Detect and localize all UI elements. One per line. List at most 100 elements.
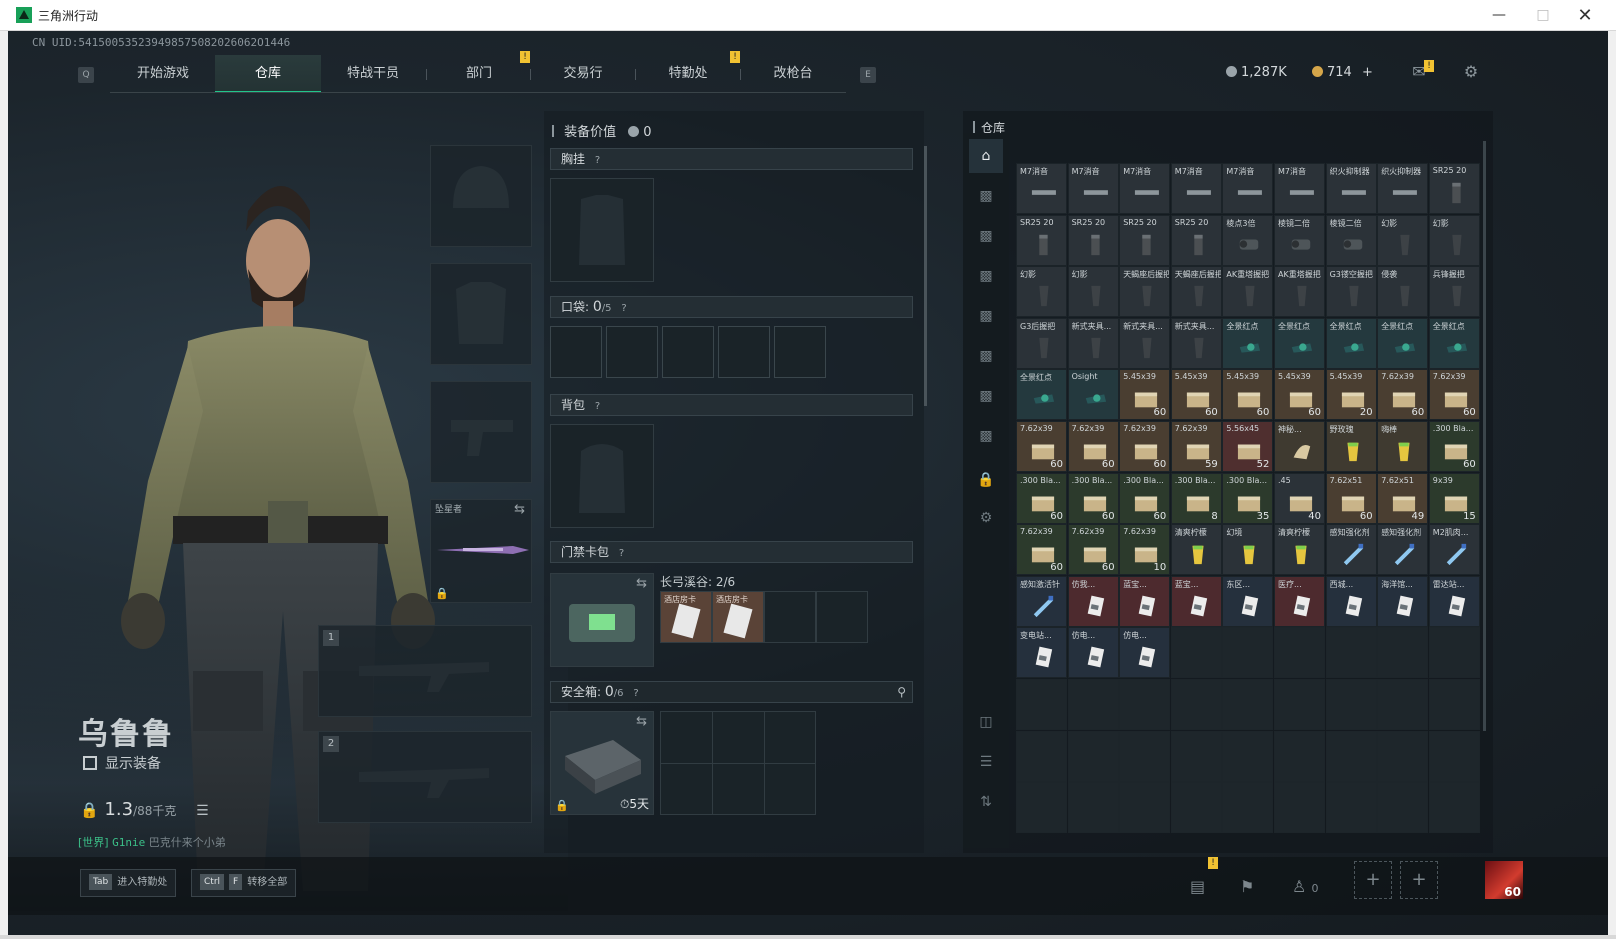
warehouse-item[interactable]: 棱镜二倍 <box>1274 214 1325 266</box>
warehouse-item[interactable]: 7.62x51 49 <box>1377 472 1429 524</box>
warehouse-item[interactable]: 7.62x39 60 <box>1428 369 1480 421</box>
warehouse-item[interactable]: 7.62x39 10 <box>1119 524 1171 576</box>
warehouse-item[interactable]: 全景红点 <box>1222 317 1274 369</box>
warehouse-item[interactable]: AK重塔握把 <box>1274 266 1325 318</box>
warehouse-item[interactable]: SR25 20 <box>1067 214 1119 266</box>
swap-icon[interactable]: ⇆ <box>636 576 647 591</box>
warehouse-item[interactable]: 7.62x39 60 <box>1016 421 1067 472</box>
warehouse-item[interactable]: G3镂空握把 <box>1325 266 1377 318</box>
warehouse-item[interactable]: M2肌肉... <box>1428 524 1480 576</box>
warehouse-item[interactable]: 幻影 <box>1016 266 1067 318</box>
warehouse-item[interactable]: 9x39 15 <box>1428 472 1480 524</box>
tab-department[interactable]: 部门 <box>426 55 532 93</box>
keycard-item[interactable]: 酒店房卡 <box>660 591 712 643</box>
warehouse-item[interactable]: 5.45x39 60 <box>1170 369 1222 421</box>
keycard-empty-slot[interactable] <box>816 591 868 643</box>
pin-icon[interactable]: ⚲ <box>897 682 906 702</box>
safebox-grid[interactable] <box>660 711 816 815</box>
warehouse-empty-slot[interactable] <box>1428 782 1480 834</box>
warehouse-item[interactable]: 新式夹具... <box>1119 317 1171 369</box>
stats-chart-icon[interactable]: ▤ <box>1190 877 1205 896</box>
pocket-slot[interactable] <box>550 326 602 378</box>
warehouse-empty-slot[interactable] <box>1170 627 1222 679</box>
warehouse-item[interactable]: SR25 20 <box>1119 214 1171 266</box>
pocket-slot[interactable] <box>662 326 714 378</box>
warehouse-empty-slot[interactable] <box>1377 679 1429 730</box>
warehouse-item[interactable]: 全景红点 <box>1016 369 1067 421</box>
list-icon[interactable]: ☰ <box>196 803 209 819</box>
warehouse-empty-slot[interactable] <box>1377 782 1429 834</box>
warehouse-item[interactable]: .300 Bla... 60 <box>1119 472 1171 524</box>
warehouse-empty-slot[interactable] <box>1377 730 1429 782</box>
keycard-empty-slot[interactable] <box>764 591 816 643</box>
storage-2-icon[interactable]: ▩ <box>975 225 997 247</box>
warehouse-empty-slot[interactable] <box>1274 730 1325 782</box>
warehouse-item[interactable]: M7消音 <box>1170 163 1222 214</box>
warehouse-item[interactable]: 蓝宝... <box>1119 575 1171 627</box>
warehouse-item[interactable]: 棱点3倍 <box>1222 214 1274 266</box>
transfer-icon[interactable]: ⇅ <box>975 791 997 813</box>
warehouse-item[interactable]: 幻影 <box>1377 214 1429 266</box>
warehouse-item[interactable]: 医疗... <box>1274 575 1325 627</box>
warehouse-item[interactable]: .300 Bla... 60 <box>1067 472 1119 524</box>
invite-slot-button[interactable]: + <box>1354 861 1392 899</box>
warehouse-item[interactable]: 感知激活针 <box>1016 575 1067 627</box>
warehouse-empty-slot[interactable] <box>1377 627 1429 679</box>
help-icon[interactable]: ? <box>633 688 638 699</box>
warehouse-item[interactable]: 天蝎座后握把 <box>1119 266 1171 318</box>
safebox-slot[interactable]: ⇆ 🔒 ⏱5天 <box>550 711 654 815</box>
nav-next-key[interactable]: E <box>860 67 876 83</box>
warehouse-item[interactable]: M7消音 <box>1274 163 1325 214</box>
warehouse-empty-slot[interactable] <box>1274 782 1325 834</box>
warehouse-item[interactable]: 幻境 <box>1222 524 1274 576</box>
pocket-slot[interactable] <box>606 326 658 378</box>
warehouse-item[interactable]: 5.56x45 52 <box>1222 421 1274 472</box>
warehouse-empty-slot[interactable] <box>1428 730 1480 782</box>
warehouse-item[interactable]: 全景红点 <box>1325 317 1377 369</box>
swap-icon[interactable]: ⇆ <box>514 502 525 517</box>
backpack-slot[interactable] <box>550 424 654 528</box>
warehouse-item[interactable]: 7.62x39 60 <box>1067 524 1119 576</box>
add-gold-button[interactable]: + <box>1362 65 1373 80</box>
tab-trading[interactable]: 交易行 <box>530 55 636 93</box>
maximize-button[interactable]: □ <box>1520 2 1566 29</box>
checkbox-icon[interactable] <box>83 756 97 770</box>
warehouse-item[interactable]: .300 Bla... 60 <box>1016 472 1067 524</box>
tab-start-game[interactable]: 开始游戏 <box>110 55 216 93</box>
lock-icon[interactable]: 🔒 <box>975 469 997 491</box>
enter-special-ops-button[interactable]: Tab 进入特勤处 <box>80 869 177 897</box>
warehouse-empty-slot[interactable] <box>1016 730 1067 782</box>
loadout-scrollbar[interactable] <box>924 146 927 406</box>
invite-slot-button[interactable]: + <box>1400 861 1438 899</box>
warehouse-item[interactable]: 天蝎座后握把 <box>1170 266 1222 318</box>
warehouse-item[interactable]: 全景红点 <box>1377 317 1429 369</box>
warehouse-item[interactable]: 织火抑制器 <box>1377 163 1429 214</box>
warehouse-item[interactable]: 变电站... <box>1016 627 1067 679</box>
warehouse-item[interactable]: 东区... <box>1222 575 1274 627</box>
warehouse-item[interactable]: 侵袭 <box>1377 266 1429 318</box>
friends-icon[interactable]: ♙ 0 <box>1292 877 1318 896</box>
warehouse-item[interactable]: 5.45x39 20 <box>1325 369 1377 421</box>
flag-icon[interactable]: ⚑ <box>1240 877 1254 896</box>
warehouse-item[interactable]: 感知强化剂 <box>1325 524 1377 576</box>
warehouse-item[interactable]: M7消音 <box>1222 163 1274 214</box>
pocket-slot[interactable] <box>774 326 826 378</box>
close-button[interactable]: ✕ <box>1562 2 1608 29</box>
warehouse-item[interactable]: 蓝宝... <box>1170 575 1222 627</box>
pocket-slot[interactable] <box>718 326 770 378</box>
warehouse-item[interactable]: 神秘... <box>1274 421 1325 472</box>
warehouse-empty-slot[interactable] <box>1170 782 1222 834</box>
keycard-item[interactable]: 酒店房卡 <box>712 591 764 643</box>
warehouse-item[interactable]: 仿我... <box>1067 575 1119 627</box>
warehouse-empty-slot[interactable] <box>1119 730 1171 782</box>
help-icon[interactable]: ? <box>595 155 600 166</box>
warehouse-item[interactable]: 西城... <box>1325 575 1377 627</box>
tab-gunsmith[interactable]: 改枪台 <box>740 55 846 93</box>
warehouse-empty-slot[interactable] <box>1222 730 1274 782</box>
warehouse-item[interactable]: .300 Bla... 35 <box>1222 472 1274 524</box>
storage-7-icon[interactable]: ▩ <box>975 425 997 447</box>
warehouse-empty-slot[interactable] <box>1067 782 1119 834</box>
chest-rig-slot[interactable] <box>550 178 654 282</box>
sort-icon[interactable]: ◫ <box>975 711 997 733</box>
warehouse-empty-slot[interactable] <box>1222 679 1274 730</box>
